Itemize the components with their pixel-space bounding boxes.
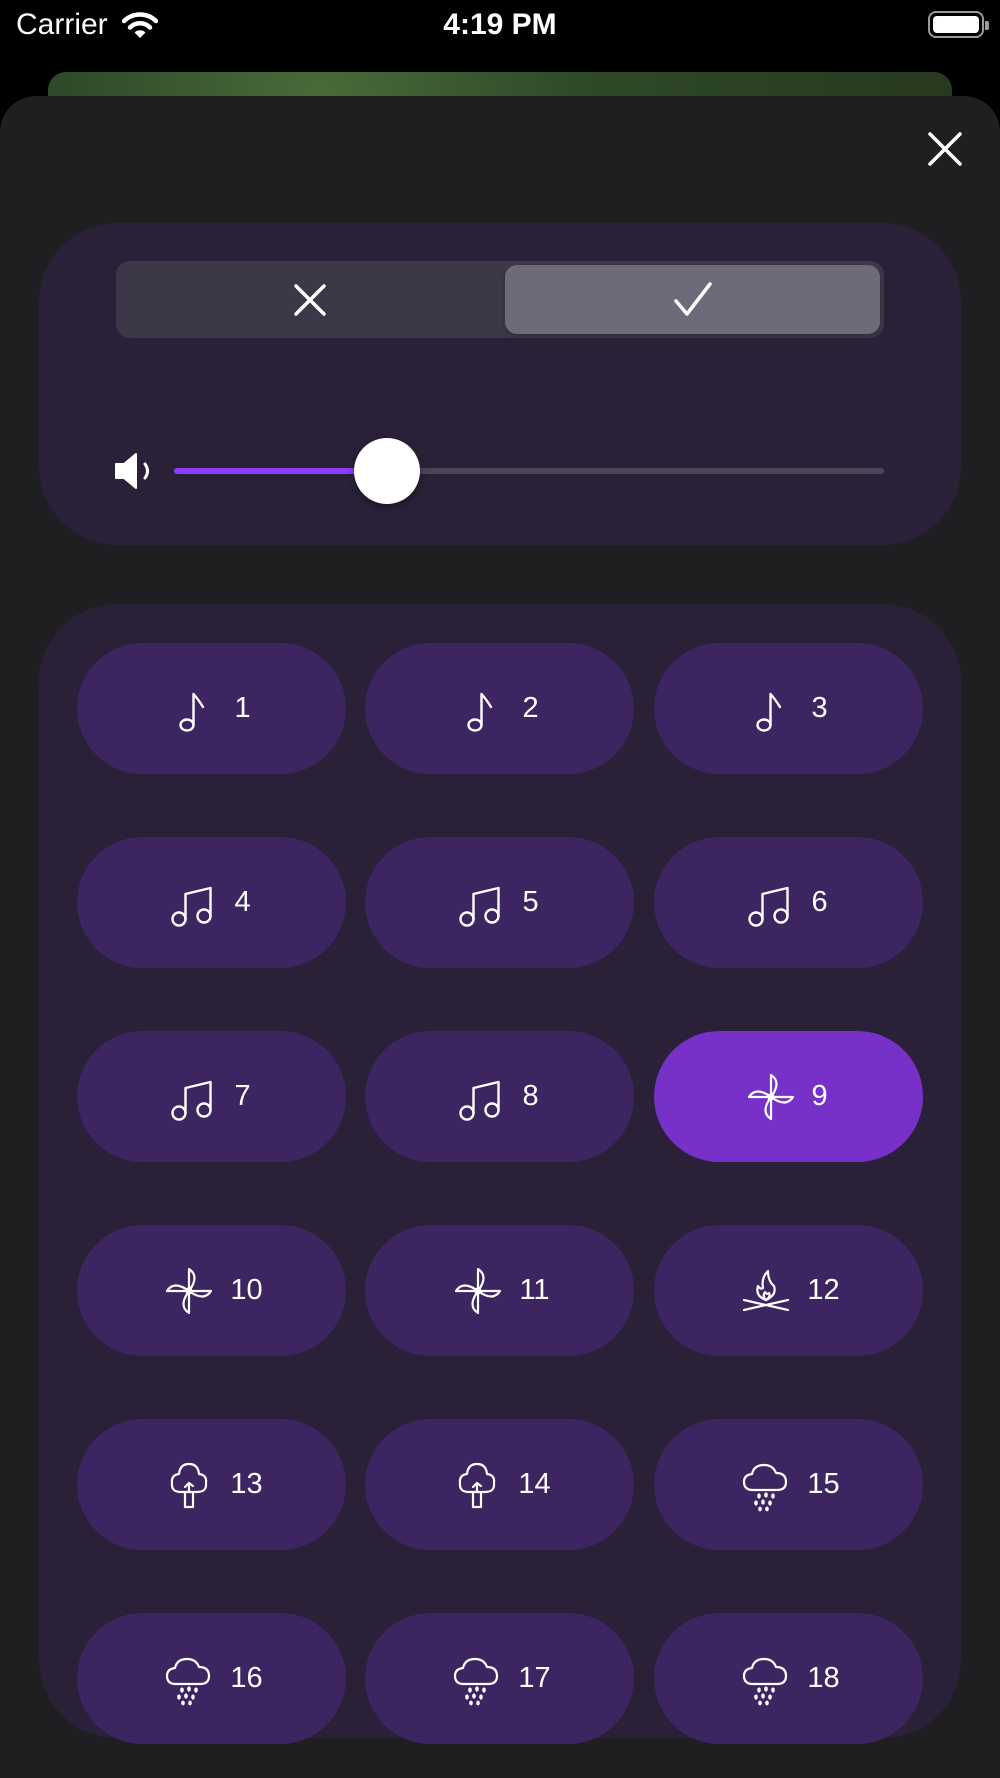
sound-label: 8 <box>522 1080 539 1112</box>
music-notes-icon <box>170 886 212 927</box>
sound-label: 13 <box>230 1468 263 1500</box>
sound-button-14[interactable]: 14 <box>365 1419 634 1550</box>
music-notes-icon <box>458 1080 500 1121</box>
sound-button-3[interactable]: 3 <box>654 643 923 774</box>
music-note-icon <box>466 692 492 732</box>
sound-label: 11 <box>519 1274 550 1306</box>
sound-button-8[interactable]: 8 <box>365 1031 634 1162</box>
battery-icon <box>928 11 989 38</box>
volume-slider-thumb[interactable] <box>354 438 420 504</box>
tree-icon <box>171 1462 208 1508</box>
pinwheel-icon <box>747 1073 794 1120</box>
enable-toggle <box>116 261 884 338</box>
sound-label: 4 <box>234 886 251 918</box>
sound-button-2[interactable]: 2 <box>365 643 634 774</box>
sound-button-15[interactable]: 15 <box>654 1419 923 1550</box>
sound-label: 18 <box>807 1662 840 1694</box>
sound-label: 2 <box>522 692 539 724</box>
campfire-icon <box>743 1269 790 1311</box>
sound-button-9[interactable]: 9 <box>654 1031 923 1162</box>
sound-label: 17 <box>518 1662 551 1694</box>
sound-button-1[interactable]: 1 <box>77 643 346 774</box>
music-note-icon <box>755 692 781 732</box>
checkmark-icon <box>673 281 712 316</box>
volume-slider[interactable] <box>174 438 884 504</box>
sound-button-16[interactable]: 16 <box>77 1613 346 1744</box>
pinwheel-icon <box>455 1267 502 1314</box>
sound-button-18[interactable]: 18 <box>654 1613 923 1744</box>
sound-label: 5 <box>522 886 539 918</box>
sound-label: 16 <box>230 1662 263 1694</box>
sound-button-11[interactable]: 11 <box>365 1225 634 1356</box>
sound-button-13[interactable]: 13 <box>77 1419 346 1550</box>
sound-label: 7 <box>234 1080 251 1112</box>
pinwheel-icon <box>166 1267 213 1314</box>
rain-cloud-icon <box>743 1463 788 1511</box>
sounds-card <box>39 604 961 1738</box>
sound-button-10[interactable]: 10 <box>77 1225 346 1356</box>
music-notes-icon <box>747 886 789 927</box>
rain-cloud-icon <box>454 1657 499 1705</box>
sound-button-5[interactable]: 5 <box>365 837 634 968</box>
rain-cloud-icon <box>166 1657 211 1705</box>
close-icon <box>294 283 326 316</box>
sound-label: 14 <box>518 1468 551 1500</box>
sound-label: 6 <box>811 886 828 918</box>
sound-label: 12 <box>807 1274 840 1306</box>
music-note-icon <box>178 692 204 732</box>
speaker-icon <box>115 453 149 489</box>
status-bar: Carrier 4:19 PM <box>0 0 1000 64</box>
toggle-off-segment[interactable] <box>120 265 500 334</box>
toggle-on-segment[interactable] <box>505 265 880 334</box>
music-notes-icon <box>458 886 500 927</box>
sound-button-6[interactable]: 6 <box>654 837 923 968</box>
sound-label: 9 <box>811 1080 828 1112</box>
sound-label: 15 <box>807 1468 840 1500</box>
close-sheet-button[interactable] <box>922 126 968 172</box>
sound-button-12[interactable]: 12 <box>654 1225 923 1356</box>
clock: 4:19 PM <box>443 8 557 41</box>
sound-label: 10 <box>230 1274 263 1306</box>
sound-label: 3 <box>811 692 828 724</box>
tree-icon <box>459 1462 496 1508</box>
music-notes-icon <box>170 1080 212 1121</box>
sound-button-4[interactable]: 4 <box>77 837 346 968</box>
rain-cloud-icon <box>743 1657 788 1705</box>
sound-button-7[interactable]: 7 <box>77 1031 346 1162</box>
sound-label: 1 <box>234 692 251 724</box>
sound-button-17[interactable]: 17 <box>365 1613 634 1744</box>
